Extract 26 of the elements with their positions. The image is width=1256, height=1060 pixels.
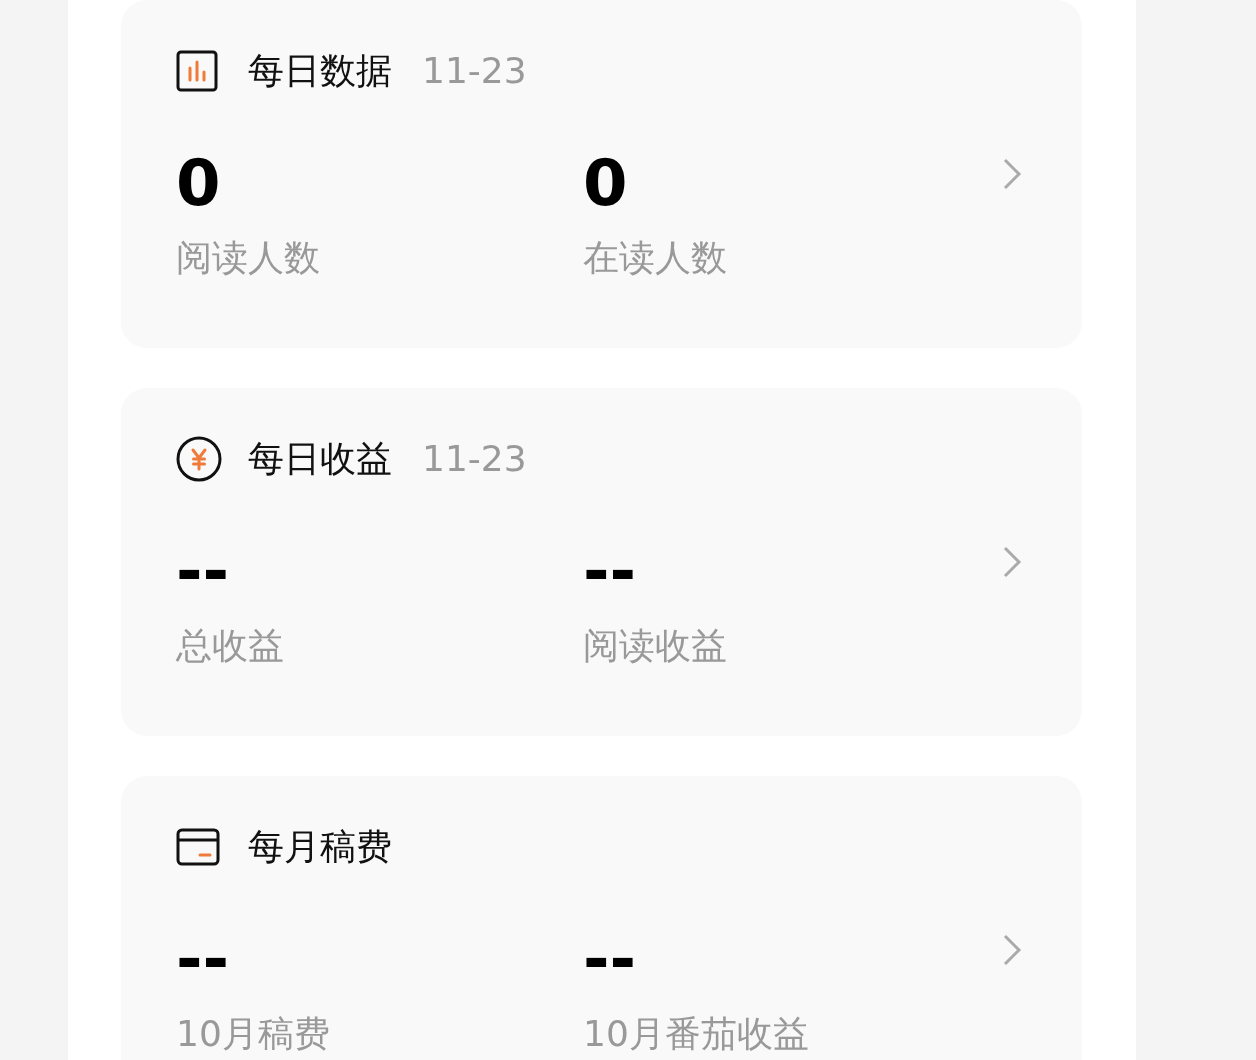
card-icon (176, 828, 220, 866)
stat-value: -- (176, 536, 230, 606)
stat-label: 10月番茄收益 (583, 1012, 809, 1056)
date-label: 11-23 (422, 50, 527, 92)
chevron-right-icon[interactable] (1002, 546, 1022, 578)
stat-label: 阅读人数 (176, 236, 320, 280)
card-title: 每日数据 (248, 50, 392, 92)
card-title: 每日收益 (248, 438, 392, 480)
card-title: 每月稿费 (248, 826, 392, 868)
stat-label: 在读人数 (583, 236, 727, 280)
stat-label: 10月稿费 (176, 1012, 330, 1056)
stat-value: -- (583, 536, 637, 606)
date-label: 11-23 (422, 438, 527, 480)
stat-value: 0 (176, 148, 221, 218)
stat-card[interactable]: 每日数据 11-23 0 阅读人数 0 在读人数 (121, 0, 1082, 348)
stat-value: 0 (583, 148, 628, 218)
bar-chart-icon (176, 50, 218, 92)
stat-card[interactable]: 每月稿费 -- 10月稿费 -- 10月番茄收益 (121, 776, 1082, 1060)
yuan-coin-icon (176, 436, 222, 482)
chevron-right-icon[interactable] (1002, 158, 1022, 190)
stat-label: 阅读收益 (583, 624, 727, 668)
chevron-right-icon[interactable] (1002, 934, 1022, 966)
stat-value: -- (176, 924, 230, 994)
stat-card[interactable]: 每日收益 11-23 -- 总收益 -- 阅读收益 (121, 388, 1082, 736)
stat-label: 总收益 (176, 624, 284, 668)
stat-value: -- (583, 924, 637, 994)
